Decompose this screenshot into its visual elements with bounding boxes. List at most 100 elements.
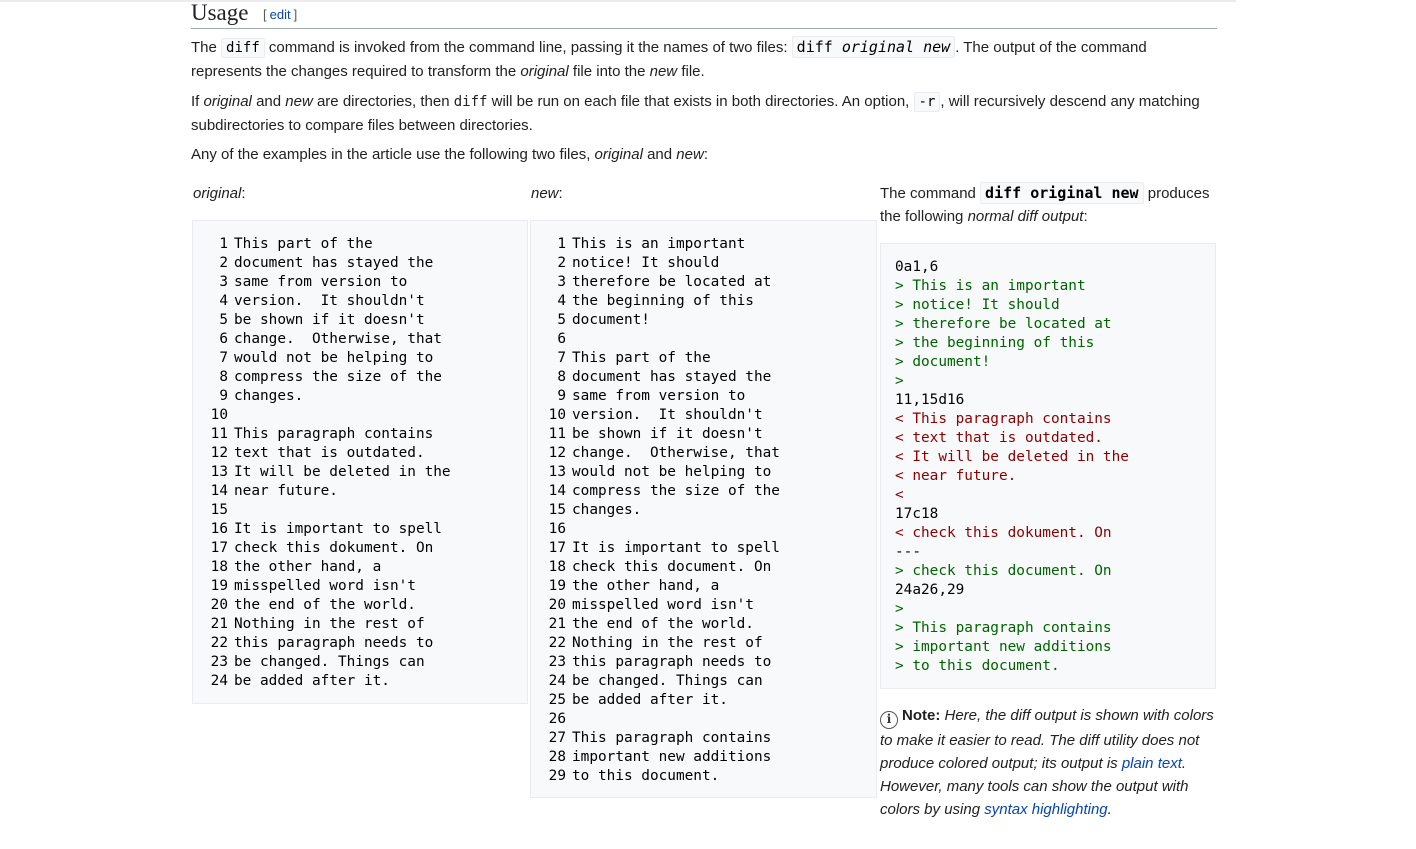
diff-removed-line: < xyxy=(895,487,904,503)
line-text: This paragraph contains xyxy=(234,426,434,442)
original-label: original: xyxy=(193,185,246,202)
original-line: 16 It is important to spell xyxy=(193,520,527,539)
diff-added-line: > important new additions xyxy=(895,639,1112,655)
line-number: 14 xyxy=(548,483,566,499)
line-text: important new additions xyxy=(572,749,772,765)
line-text: be changed. Things can xyxy=(572,673,763,689)
new-line: 8 document has stayed the xyxy=(531,368,876,387)
line-number: 4 xyxy=(557,293,566,309)
line-text: near future. xyxy=(234,483,338,499)
line-text: change. Otherwise, that xyxy=(234,331,442,347)
new-line: 5 document! xyxy=(531,311,876,330)
new-line: 25 be added after it. xyxy=(531,691,876,710)
original-line: 21 Nothing in the rest of xyxy=(193,615,527,634)
original-line: 14 near future. xyxy=(193,482,527,501)
diff-command-caption: The command diff original new produces t… xyxy=(880,182,1210,225)
line-text: check this dokument. On xyxy=(234,540,434,556)
line-text: document has stayed the xyxy=(572,369,772,385)
diff-hunk-header: --- xyxy=(895,544,921,560)
original-line: 23 be changed. Things can xyxy=(193,653,527,672)
edit-link[interactable]: edit xyxy=(270,7,291,22)
edit-section: [edit] xyxy=(263,7,298,22)
line-number: 9 xyxy=(219,388,228,404)
line-number: 4 xyxy=(219,293,228,309)
diff-added-line: > This paragraph contains xyxy=(895,620,1112,636)
original-line: 8 compress the size of the xyxy=(193,368,527,387)
line-text: compress the size of the xyxy=(234,369,442,385)
line-number: 22 xyxy=(548,635,566,651)
original-line: 2 document has stayed the xyxy=(193,254,527,273)
line-text: check this document. On xyxy=(572,559,772,575)
line-number: 15 xyxy=(548,502,566,518)
line-number: 18 xyxy=(548,559,566,575)
line-number: 13 xyxy=(548,464,566,480)
original-line: 18 the other hand, a xyxy=(193,558,527,577)
line-text: document has stayed the xyxy=(234,255,434,271)
original-line: 3 same from version to xyxy=(193,273,527,292)
original-line: 12 text that is outdated. xyxy=(193,444,527,463)
new-line: 24 be changed. Things can xyxy=(531,672,876,691)
line-number: 8 xyxy=(219,369,228,385)
new-line: 12 change. Otherwise, that xyxy=(531,444,876,463)
diff-added-line: > therefore be located at xyxy=(895,316,1112,332)
line-text: be added after it. xyxy=(234,673,390,689)
line-number: 11 xyxy=(548,426,566,442)
diff-added-line: > document! xyxy=(895,354,991,370)
line-number: 25 xyxy=(548,692,566,708)
diff-added-line: > the beginning of this xyxy=(895,335,1095,351)
new-line: 19 the other hand, a xyxy=(531,577,876,596)
line-text: version. It shouldn't xyxy=(572,407,763,423)
original-line: 4 version. It shouldn't xyxy=(193,292,527,311)
original-line: 20 the end of the world. xyxy=(193,596,527,615)
line-text: the other hand, a xyxy=(234,559,382,575)
original-line: 5 be shown if it doesn't xyxy=(193,311,527,330)
line-text: This part of the xyxy=(572,350,711,366)
diff-command-code: diff original new xyxy=(791,36,956,58)
line-text: change. Otherwise, that xyxy=(572,445,780,461)
line-number: 2 xyxy=(219,255,228,271)
line-number: 10 xyxy=(210,407,228,423)
diff-hunk-header: 0a1,6 xyxy=(895,259,939,275)
line-text: be changed. Things can xyxy=(234,654,425,670)
line-number: 22 xyxy=(210,635,228,651)
line-text: changes. xyxy=(572,502,642,518)
note-label: Note: xyxy=(902,707,941,724)
syntax-highlighting-link[interactable]: syntax highlighting xyxy=(984,801,1107,818)
line-text: This part of the xyxy=(234,236,373,252)
line-number: 6 xyxy=(219,331,228,347)
new-line: 23 this paragraph needs to xyxy=(531,653,876,672)
line-number: 28 xyxy=(548,749,566,765)
line-number: 9 xyxy=(557,388,566,404)
diff-hunk-header: 11,15d16 xyxy=(895,392,965,408)
original-line: 9 changes. xyxy=(193,387,527,406)
original-line: 22 this paragraph needs to xyxy=(193,634,527,653)
new-line: 27 This paragraph contains xyxy=(531,729,876,748)
line-number: 27 xyxy=(548,730,566,746)
line-text: same from version to xyxy=(234,274,408,290)
line-text: document! xyxy=(572,312,650,328)
diff-added-line: > check this document. On xyxy=(895,563,1112,579)
line-text: This paragraph contains xyxy=(572,730,772,746)
line-text: the beginning of this xyxy=(572,293,754,309)
new-line: 1 This is an important xyxy=(531,235,876,254)
line-text: would not be helping to xyxy=(572,464,772,480)
diff-original-new-code: diff original new xyxy=(980,182,1144,204)
line-number: 12 xyxy=(210,445,228,461)
line-text: compress the size of the xyxy=(572,483,780,499)
new-line: 20 misspelled word isn't xyxy=(531,596,876,615)
new-line: 16 xyxy=(531,520,876,539)
line-text: the end of the world. xyxy=(572,616,754,632)
line-text: be shown if it doesn't xyxy=(572,426,763,442)
intro-paragraph-1: The diff command is invoked from the com… xyxy=(191,36,1147,80)
line-number: 16 xyxy=(548,521,566,537)
line-number: 3 xyxy=(557,274,566,290)
line-text: same from version to xyxy=(572,388,746,404)
new-label: new: xyxy=(531,185,563,202)
line-text: changes. xyxy=(234,388,304,404)
line-number: 29 xyxy=(548,768,566,784)
plain-text-link[interactable]: plain text xyxy=(1122,755,1182,772)
line-number: 16 xyxy=(210,521,228,537)
new-line: 13 would not be helping to xyxy=(531,463,876,482)
intro-paragraph-2: If original and new are directories, the… xyxy=(191,92,1200,134)
line-number: 21 xyxy=(548,616,566,632)
